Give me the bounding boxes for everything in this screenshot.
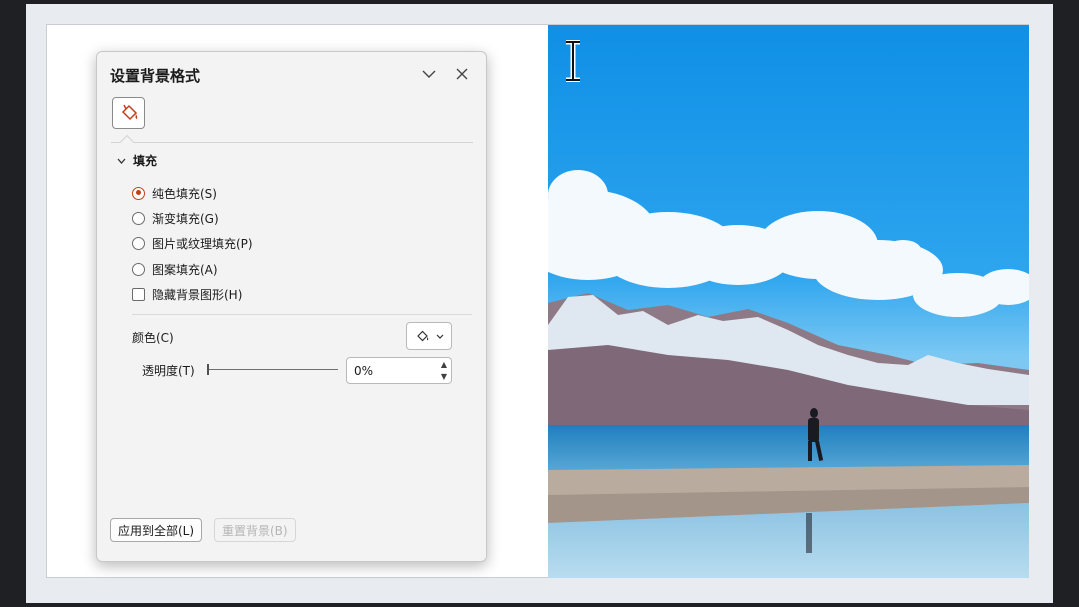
chevron-down-icon bbox=[117, 158, 126, 164]
color-picker-button[interactable] bbox=[406, 322, 452, 350]
panel-title: 设置背景格式 bbox=[110, 67, 201, 85]
transparency-value: 0% bbox=[354, 363, 374, 378]
slider-thumb[interactable] bbox=[207, 364, 209, 375]
spin-down-icon[interactable]: ▼ bbox=[441, 372, 447, 381]
radio-button-selected[interactable] bbox=[132, 186, 145, 200]
color-label: 颜色(C) bbox=[132, 331, 174, 345]
transparency-slider[interactable] bbox=[208, 369, 338, 370]
divider bbox=[132, 314, 472, 315]
format-background-panel: 设置背景格式 填充 纯色填充(S) 渐变填充(G) 图片或纹理填充(P) 图案填… bbox=[96, 51, 487, 562]
fill-bucket-icon bbox=[416, 330, 428, 341]
close-icon bbox=[456, 68, 468, 80]
option-label: 图片或纹理填充(P) bbox=[152, 236, 253, 251]
fill-bucket-icon bbox=[121, 104, 137, 121]
option-solid-fill[interactable]: 纯色填充(S) bbox=[132, 184, 217, 202]
tab-divider bbox=[111, 142, 473, 143]
spin-arrows[interactable]: ▲ ▼ bbox=[439, 360, 449, 381]
transparency-label: 透明度(T) bbox=[142, 364, 195, 378]
reset-background-button: 重置背景(B) bbox=[214, 518, 296, 542]
option-pattern-fill[interactable]: 图案填充(A) bbox=[132, 260, 218, 278]
panel-options-button[interactable] bbox=[418, 63, 440, 85]
close-panel-button[interactable] bbox=[451, 63, 473, 85]
fill-section-header[interactable]: 填充 bbox=[117, 152, 157, 169]
transparency-input[interactable]: 0% ▲ ▼ bbox=[346, 357, 452, 384]
slide-background-photo[interactable] bbox=[548, 25, 1029, 578]
section-title: 填充 bbox=[133, 154, 158, 168]
option-hide-bg-graphics[interactable]: 隐藏背景图形(H) bbox=[132, 285, 242, 303]
radio-button[interactable] bbox=[132, 236, 145, 250]
option-label: 隐藏背景图形(H) bbox=[152, 287, 243, 302]
checkbox[interactable] bbox=[132, 287, 145, 301]
option-label: 渐变填充(G) bbox=[152, 211, 219, 226]
option-gradient-fill[interactable]: 渐变填充(G) bbox=[132, 209, 219, 227]
option-label: 纯色填充(S) bbox=[152, 186, 217, 201]
option-picture-fill[interactable]: 图片或纹理填充(P) bbox=[132, 234, 253, 252]
apply-to-all-button[interactable]: 应用到全部(L) bbox=[110, 518, 203, 542]
chevron-down-icon bbox=[422, 70, 436, 78]
text-cursor-icon bbox=[566, 40, 580, 82]
spin-up-icon[interactable]: ▲ bbox=[441, 360, 447, 369]
radio-button[interactable] bbox=[132, 211, 145, 225]
tab-indicator bbox=[119, 134, 135, 150]
fill-tab[interactable] bbox=[112, 97, 145, 129]
radio-button[interactable] bbox=[132, 262, 145, 276]
option-label: 图案填充(A) bbox=[152, 262, 218, 277]
chevron-down-icon bbox=[436, 334, 443, 339]
